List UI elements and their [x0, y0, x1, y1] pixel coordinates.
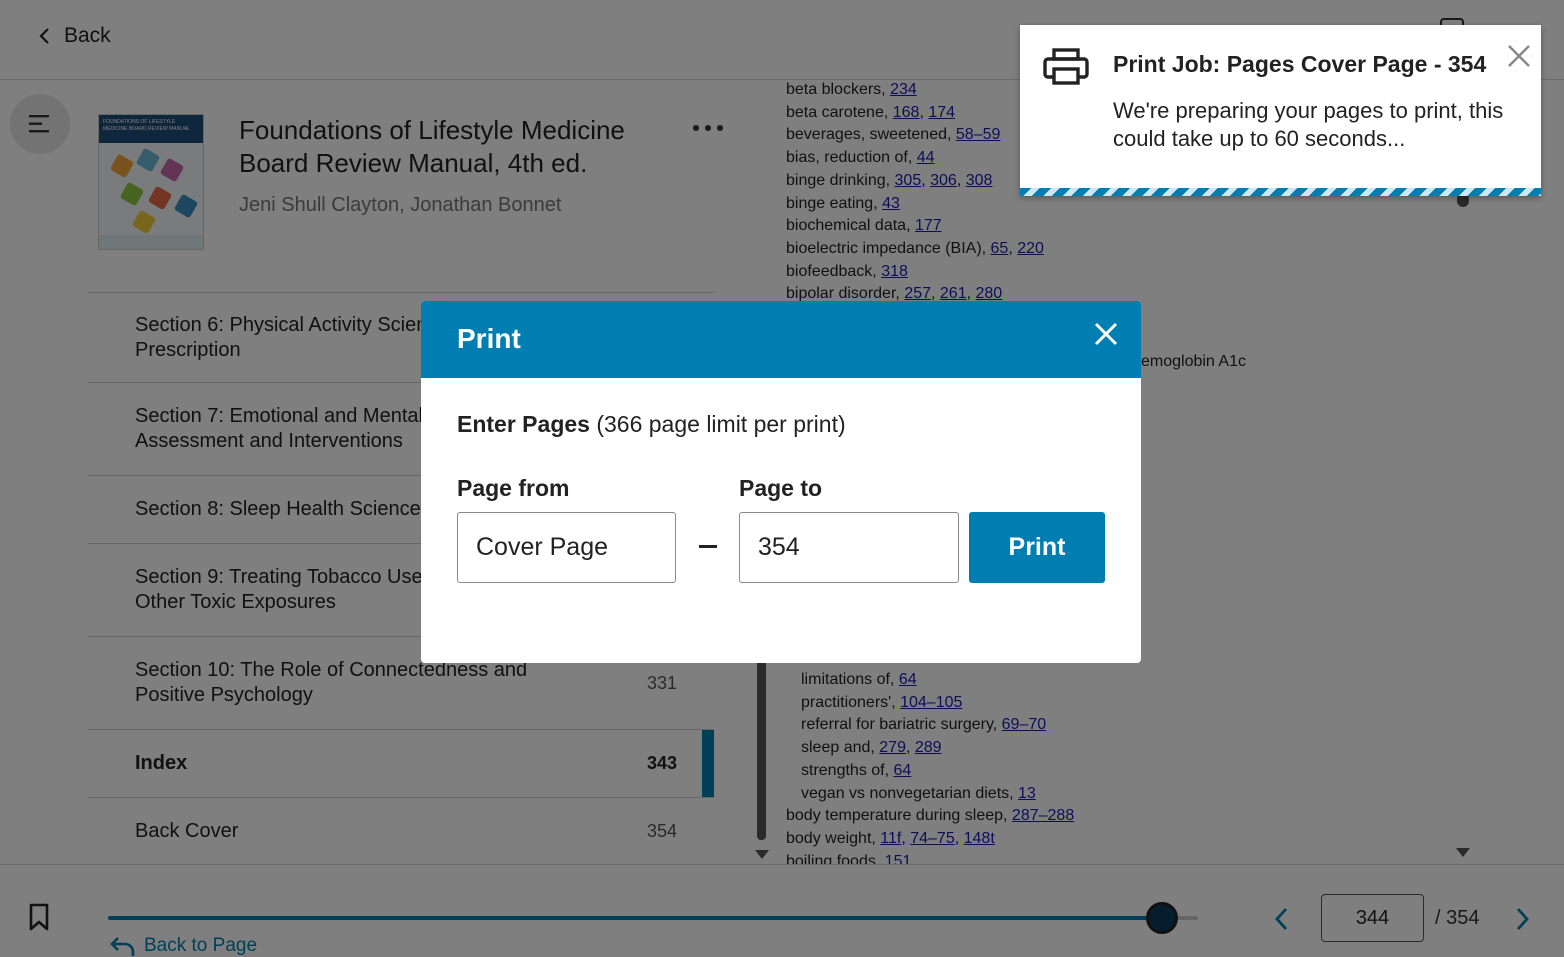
print-job-toast: Print Job: Pages Cover Page - 354 We're … [1020, 25, 1541, 196]
page-to-input[interactable] [739, 512, 959, 583]
page-to-label: Page to [739, 475, 823, 501]
toast-progress-bar [1020, 188, 1541, 196]
toast-close-icon[interactable] [1504, 41, 1534, 71]
printer-icon [1043, 48, 1089, 85]
page-from-input[interactable] [457, 512, 676, 583]
print-dialog-title: Print [457, 323, 521, 354]
page-from-label: Page from [457, 475, 570, 501]
print-dialog-header: Print [421, 301, 1141, 378]
toast-message: We're preparing your pages to print, thi… [1113, 98, 1504, 151]
range-dash [699, 545, 717, 548]
toast-title: Print Job: Pages Cover Page - 354 [1113, 51, 1487, 77]
print-button[interactable]: Print [969, 512, 1105, 583]
enter-pages-instruction: Enter Pages (366 page limit per print) [457, 411, 846, 438]
print-dialog: Print Enter Pages (366 page limit per pr… [421, 301, 1141, 663]
close-icon[interactable] [1093, 321, 1119, 347]
enter-pages-label: Enter Pages [457, 411, 590, 437]
page-limit-note: (366 page limit per print) [589, 411, 846, 437]
